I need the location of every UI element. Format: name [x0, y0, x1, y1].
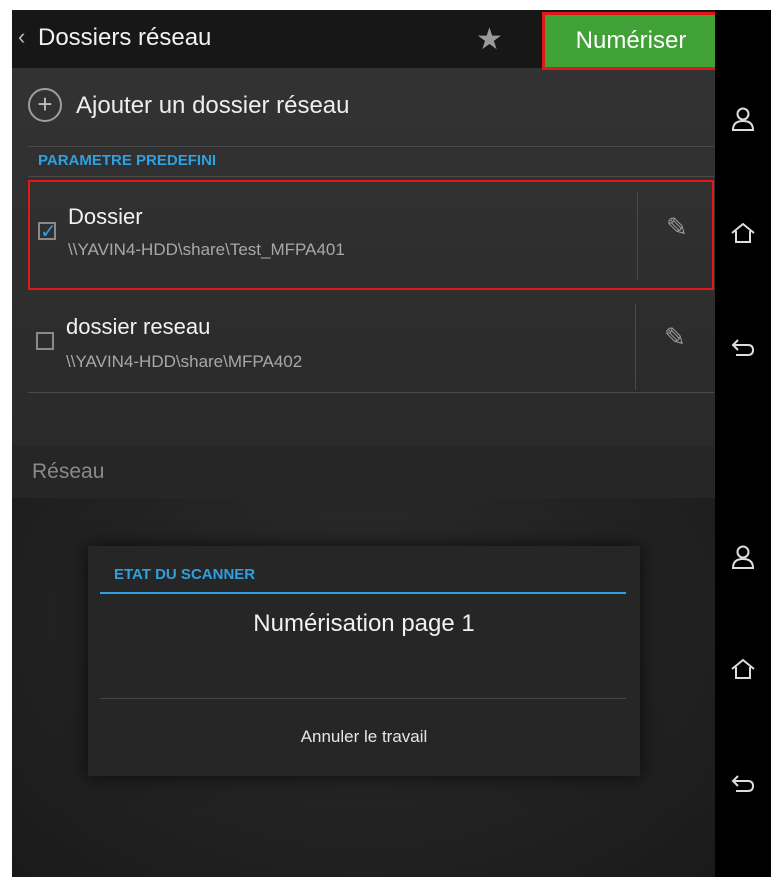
page-title: Réseau [32, 460, 105, 483]
back-arrow-icon[interactable] [715, 772, 771, 799]
pencil-icon[interactable]: ✎ [664, 322, 686, 353]
divider [28, 392, 714, 393]
dialog-heading: ETAT DU SCANNER [114, 566, 256, 583]
folder-path: \\YAVIN4-HDD\share\Test_MFPA401 [68, 240, 345, 259]
folder-checkbox-checked[interactable]: ✓ [38, 221, 57, 243]
scanner-status-dialog: ETAT DU SCANNER Numérisation page 1 Annu… [88, 546, 640, 776]
add-folder-label: Ajouter un dossier réseau [76, 92, 350, 119]
plus-circle-icon: + [28, 88, 62, 122]
page-title: Dossiers réseau [38, 24, 212, 51]
scan-button[interactable]: Numériser [542, 12, 720, 70]
dialog-heading-underline [100, 592, 626, 594]
dialog-message: Numérisation page 1 [253, 610, 475, 637]
checkmark-icon: ✓ [40, 221, 57, 243]
section-heading: PARAMETRE PREDEFINI [38, 152, 217, 169]
folders-main-area: ‹ Dossiers réseau ★ Numériser + Ajouter … [12, 10, 720, 446]
back-arrow-icon[interactable] [715, 336, 771, 363]
folder-name: dossier reseau [66, 314, 211, 339]
folder-row-dossier[interactable]: ✓ Dossier \\YAVIN4-HDD\share\Test_MFPA40… [28, 180, 714, 290]
scan-main-area: Réseau ETAT DU SCANNER Numérisation page… [12, 446, 715, 877]
divider [28, 176, 714, 177]
scan-status-screen: Réseau ETAT DU SCANNER Numérisation page… [12, 446, 771, 877]
network-folders-screen: ‹ Dossiers réseau ★ Numériser + Ajouter … [12, 10, 771, 446]
star-icon[interactable]: ★ [476, 22, 503, 57]
title-bar: Réseau [12, 446, 715, 498]
user-icon[interactable] [715, 106, 771, 137]
row-separator [635, 304, 636, 390]
user-icon[interactable] [715, 544, 771, 575]
folder-path: \\YAVIN4-HDD\share\MFPA402 [66, 352, 303, 371]
divider [28, 146, 714, 147]
system-nav-bar [715, 10, 771, 446]
cancel-job-button[interactable]: Annuler le travail [88, 698, 640, 776]
row-separator [637, 192, 638, 280]
add-network-folder-row[interactable]: + Ajouter un dossier réseau [12, 72, 715, 150]
folder-row-dossier-reseau[interactable]: dossier reseau \\YAVIN4-HDD\share\MFPA40… [28, 290, 714, 400]
system-nav-bar [715, 446, 771, 877]
home-icon[interactable] [715, 658, 771, 685]
pencil-icon[interactable]: ✎ [666, 212, 688, 243]
folder-name: Dossier [68, 204, 143, 229]
home-icon[interactable] [715, 222, 771, 249]
chevron-left-icon[interactable]: ‹ [18, 24, 38, 52]
folder-checkbox[interactable] [36, 332, 54, 350]
